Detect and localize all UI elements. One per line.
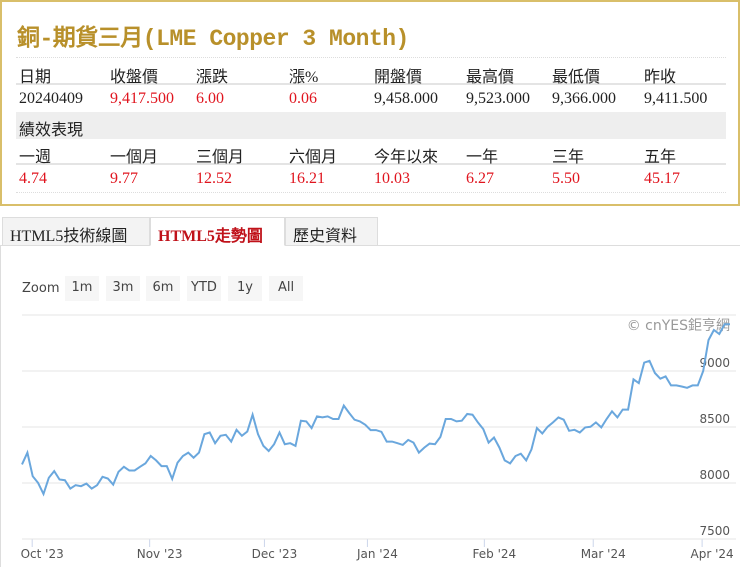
price-series-line [21,323,730,497]
y-tick-label: 7500 [699,524,730,538]
x-tick-label: Feb '24 [473,547,517,561]
x-tick-label: Apr '24 [691,547,734,561]
y-tick-label: 8000 [699,468,730,482]
x-tick-label: Dec '23 [252,547,298,561]
price-line-chart: Apr '24 Mar '24 Feb '24 Jan '24 Dec '23 Nov '… [21,314,736,561]
x-tick-label: Jan '24 [356,547,398,561]
x-tick-label: Oct '23 [21,547,64,561]
x-tick-label: Mar '24 [581,547,626,561]
y-tick-label: 8500 [699,412,730,426]
x-tick-label: Nov '23 [137,547,183,561]
